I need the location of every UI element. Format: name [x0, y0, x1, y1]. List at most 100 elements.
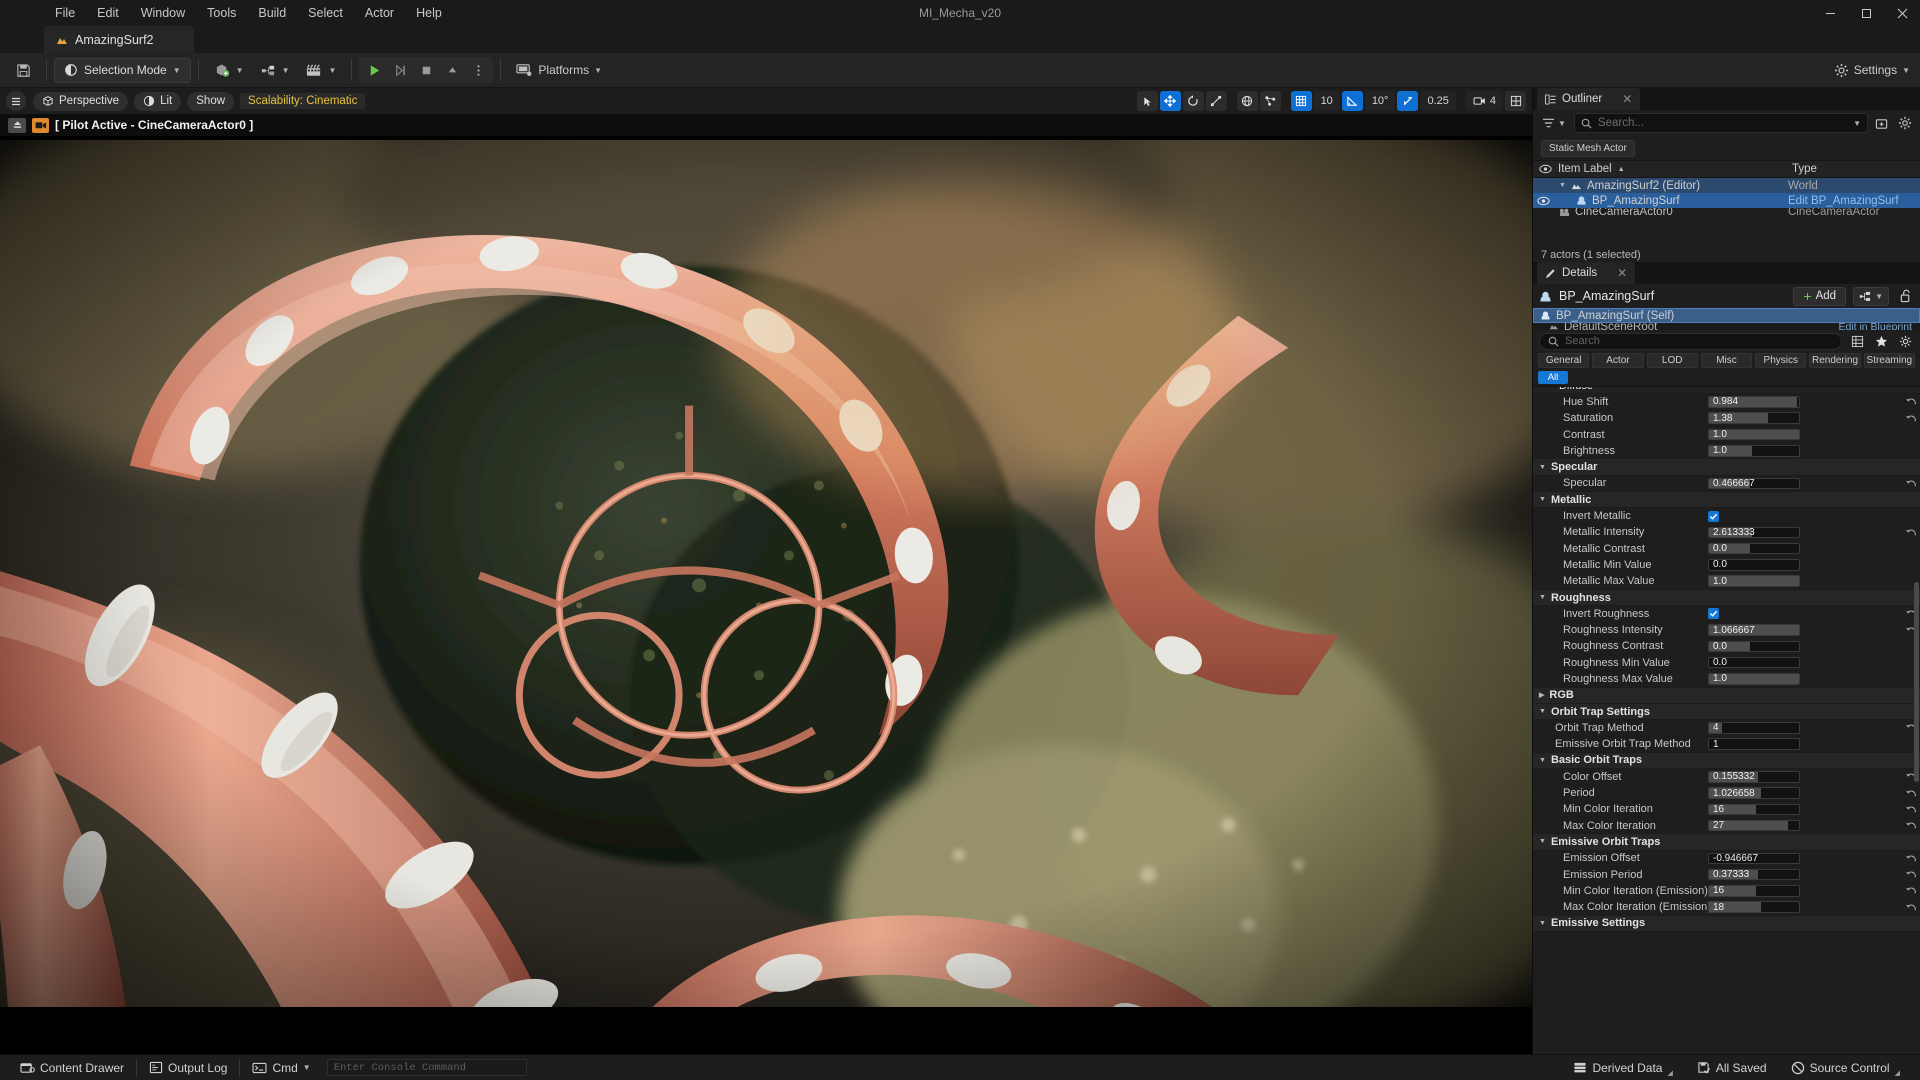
chevron-down-icon[interactable]: ▼: [1539, 920, 1546, 927]
property-list[interactable]: ▼ Diffuse Hue Shift 0.984 Saturation 1.38 Cont…: [1533, 386, 1920, 1054]
eye-icon[interactable]: [1537, 196, 1550, 206]
close-icon[interactable]: ✕: [1622, 92, 1632, 106]
property-slider[interactable]: 1.0: [1708, 673, 1800, 685]
menu-file[interactable]: File: [44, 3, 86, 24]
platforms-button[interactable]: Platforms ▼: [508, 58, 610, 83]
cmd-dropdown[interactable]: Cmd ▼: [240, 1057, 322, 1079]
reset-to-default-icon[interactable]: [1902, 902, 1920, 913]
property-slider[interactable]: 1.0: [1708, 428, 1800, 441]
expander-icon[interactable]: ▼: [1559, 182, 1566, 189]
property-slider[interactable]: -0.946667: [1708, 852, 1800, 864]
property-slider[interactable]: 0.466667: [1708, 477, 1800, 490]
property-value[interactable]: 27: [1709, 821, 1724, 831]
add-component-button[interactable]: + Add: [1793, 286, 1847, 306]
property-value[interactable]: 0.0: [1709, 658, 1727, 668]
selection-mode-button[interactable]: Selection Mode ▼: [54, 57, 191, 83]
derived-data-button[interactable]: Derived Data ◢: [1561, 1057, 1684, 1079]
skip-frame-button[interactable]: [387, 58, 413, 82]
tab-outliner[interactable]: Outliner ✕: [1537, 88, 1641, 110]
property-section-header[interactable]: ▼ Orbit Trap Settings: [1533, 703, 1920, 721]
table-row[interactable]: CineCameraActor0 CineCameraActor: [1533, 208, 1920, 216]
property-slider[interactable]: 4: [1708, 722, 1800, 734]
grid-snap-icon[interactable]: [1290, 91, 1312, 111]
filter-all[interactable]: All: [1538, 371, 1568, 384]
chevron-down-icon[interactable]: ▼: [1539, 708, 1546, 715]
details-settings-button[interactable]: [1896, 332, 1914, 350]
favorites-star-icon[interactable]: [1872, 332, 1890, 350]
details-columns-button[interactable]: [1848, 332, 1866, 350]
world-space-icon[interactable]: [1236, 91, 1258, 111]
source-control-button[interactable]: Source Control ◢: [1779, 1057, 1912, 1079]
menu-window[interactable]: Window: [130, 3, 196, 24]
reset-to-default-icon[interactable]: [1902, 413, 1920, 424]
viewport-camera-type[interactable]: Perspective: [33, 91, 129, 111]
category-streaming[interactable]: Streaming: [1863, 353, 1915, 368]
property-slider[interactable]: 1.0: [1708, 575, 1800, 587]
property-value[interactable]: -0.946667: [1709, 853, 1758, 863]
content-drawer-button[interactable]: Content Drawer: [8, 1057, 136, 1079]
property-slider[interactable]: 18: [1708, 901, 1800, 913]
settings-button[interactable]: Settings ▼: [1834, 63, 1910, 78]
create-actor-dropdown[interactable]: ▼: [206, 58, 252, 83]
reset-to-default-icon[interactable]: [1902, 869, 1920, 880]
property-section-header[interactable]: ▼ Roughness: [1533, 589, 1920, 607]
chevron-down-icon[interactable]: ▼: [1539, 594, 1546, 601]
reset-to-default-icon[interactable]: [1902, 820, 1920, 831]
chevron-down-icon[interactable]: ▼: [1539, 496, 1546, 503]
cinematics-dropdown[interactable]: ▼: [297, 58, 344, 83]
property-value[interactable]: 2.613333: [1709, 528, 1755, 538]
scale-snap-icon[interactable]: [1397, 91, 1419, 111]
outliner-row-type[interactable]: Edit BP_AmazingSurf: [1788, 195, 1920, 207]
lock-details-button[interactable]: [1896, 287, 1914, 305]
outliner-search-input[interactable]: Search... ▼: [1573, 113, 1868, 133]
angle-snap-icon[interactable]: [1341, 91, 1363, 111]
table-row[interactable]: BP_AmazingSurf Edit BP_AmazingSurf: [1533, 193, 1920, 208]
viewport-layout-icon[interactable]: [1505, 91, 1526, 111]
property-slider[interactable]: 1: [1708, 738, 1800, 750]
scalability-warning[interactable]: Scalability: Cinematic: [240, 93, 366, 109]
property-slider[interactable]: 27: [1708, 819, 1800, 832]
property-value[interactable]: 1.0: [1709, 446, 1727, 456]
project-tab[interactable]: AmazingSurf2: [44, 26, 194, 53]
property-value[interactable]: 1.38: [1709, 413, 1732, 423]
property-slider[interactable]: 1.066667: [1708, 624, 1800, 636]
list-item[interactable]: DefaultSceneRoot Edit in Blueprint: [1533, 323, 1920, 330]
surface-snap-icon[interactable]: [1259, 91, 1281, 111]
property-slider[interactable]: 0.984: [1708, 396, 1800, 408]
property-section-header[interactable]: ▼ Specular: [1533, 459, 1920, 476]
chevron-down-icon[interactable]: ▼: [1547, 387, 1554, 389]
tab-details[interactable]: Details ✕: [1537, 262, 1636, 284]
new-folder-button[interactable]: [1873, 114, 1891, 132]
reset-to-default-icon[interactable]: [1902, 527, 1920, 538]
move-gizmo-icon[interactable]: [1159, 91, 1181, 111]
reset-to-default-icon[interactable]: [1902, 478, 1920, 489]
property-value[interactable]: 4: [1709, 723, 1719, 733]
eject-pilot-icon[interactable]: [8, 117, 26, 133]
property-value[interactable]: 0.0: [1709, 560, 1727, 570]
property-value[interactable]: 0.155332: [1709, 772, 1755, 782]
property-slider[interactable]: 2.613333: [1708, 526, 1800, 539]
outliner-settings-button[interactable]: [1896, 114, 1914, 132]
column-item-label[interactable]: Item Label ▲: [1533, 163, 1788, 175]
list-item[interactable]: BP_AmazingSurf (Self): [1533, 308, 1920, 323]
menu-help[interactable]: Help: [405, 3, 453, 24]
rotate-gizmo-icon[interactable]: [1182, 91, 1204, 111]
output-log-button[interactable]: Output Log: [137, 1057, 239, 1079]
console-command-input[interactable]: Enter Console Command: [326, 1059, 527, 1076]
viewport-show-menu[interactable]: Show: [187, 91, 235, 111]
property-slider[interactable]: 1.38: [1708, 412, 1800, 424]
property-section-header[interactable]: ▼ Diffuse: [1533, 387, 1920, 395]
property-slider[interactable]: 0.0: [1708, 542, 1800, 555]
play-options-button[interactable]: [465, 58, 491, 82]
scale-snap-value[interactable]: 0.25: [1420, 91, 1456, 111]
property-value[interactable]: 0.984: [1709, 397, 1738, 407]
reset-to-default-icon[interactable]: [1902, 788, 1920, 799]
table-row[interactable]: ▼ AmazingSurf2 (Editor) World: [1533, 178, 1920, 193]
reset-to-default-icon[interactable]: [1902, 804, 1920, 815]
property-value[interactable]: 1.066667: [1709, 625, 1755, 635]
property-slider[interactable]: 1.0: [1708, 445, 1800, 457]
maximize-button[interactable]: [1848, 0, 1884, 26]
category-general[interactable]: General: [1538, 353, 1590, 368]
close-button[interactable]: [1884, 0, 1920, 26]
chevron-right-icon[interactable]: ▶: [1539, 691, 1544, 699]
